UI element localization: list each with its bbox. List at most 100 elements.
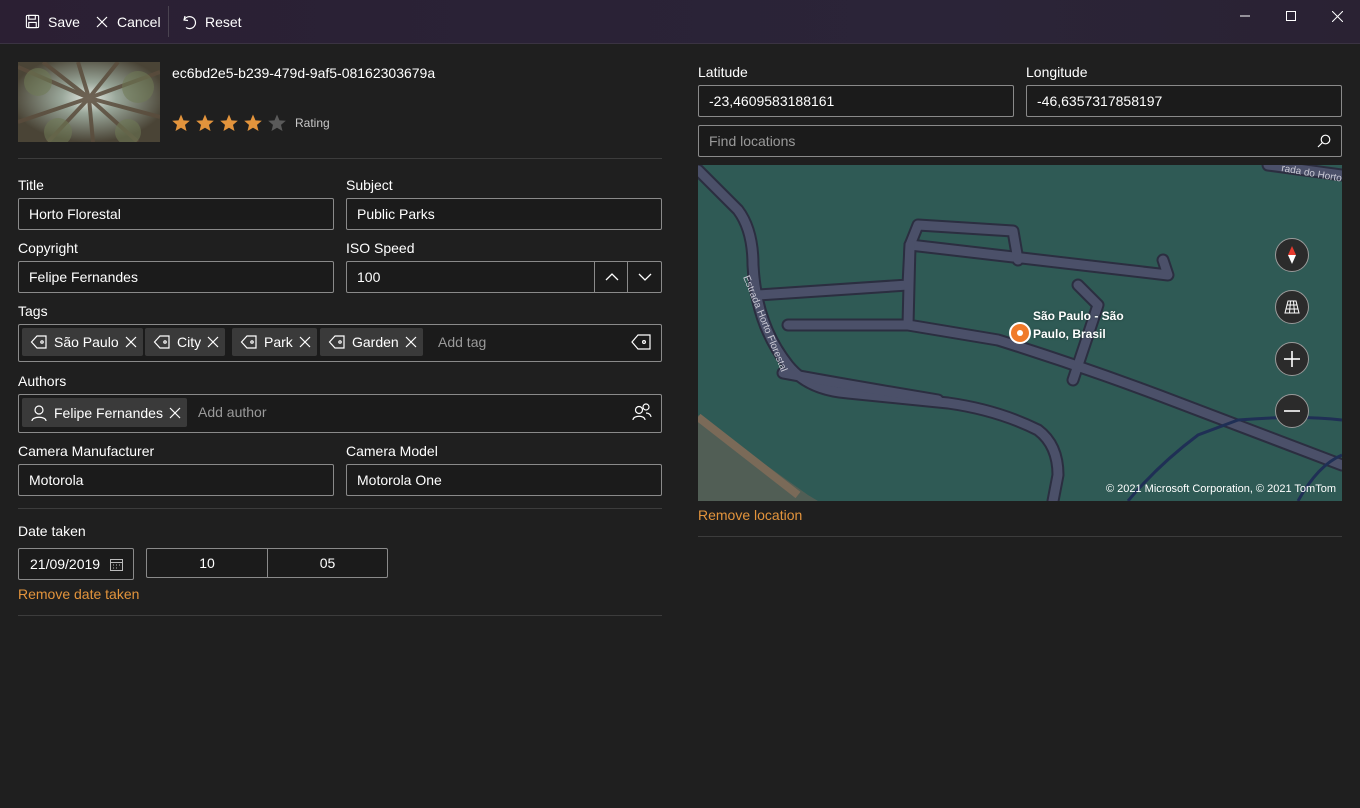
rating-star-5[interactable] [267, 113, 287, 133]
command-bar: Save Cancel Reset [0, 0, 1360, 44]
tags-label: Tags [18, 303, 48, 319]
tag-chip: Park [232, 328, 317, 356]
reset-button[interactable]: Reset [181, 0, 242, 43]
divider [18, 615, 662, 616]
tag-icon [153, 335, 170, 349]
date-taken-label: Date taken [18, 523, 86, 539]
subject-label: Subject [346, 177, 393, 193]
add-tag-input[interactable]: Add tag [438, 334, 618, 350]
camera-model-value: Motorola One [357, 472, 442, 488]
map-pin-icon[interactable] [1009, 322, 1031, 344]
date-value: 21/09/2019 [30, 556, 101, 572]
calendar-icon [110, 558, 123, 571]
cancel-button[interactable]: Cancel [95, 0, 161, 43]
remove-tag-button[interactable] [299, 336, 311, 348]
rating-label: Rating [295, 116, 330, 130]
person-icon [31, 404, 47, 421]
map-pin-label: São Paulo - São Paulo, Brasil [1033, 309, 1124, 341]
save-label: Save [48, 13, 80, 30]
map-copyright: © 2021 Microsoft Corporation, © 2021 Tom… [1105, 483, 1336, 495]
author-label: Felipe Fernandes [54, 404, 163, 421]
photo-id: ec6bd2e5-b239-479d-9af5-08162303679a [172, 65, 436, 81]
iso-decrement-button[interactable] [627, 262, 661, 292]
undo-icon [181, 14, 197, 30]
tag-icon [240, 335, 257, 349]
copyright-label: Copyright [18, 240, 78, 256]
tag-chip: Garden [320, 328, 423, 356]
copyright-input[interactable]: Felipe Fernandes [18, 261, 334, 293]
close-window-button[interactable] [1314, 0, 1360, 32]
rating-control[interactable]: Rating [171, 113, 330, 133]
tag-label: Park [264, 334, 293, 350]
latitude-input[interactable]: -23,4609583188161 [698, 85, 1014, 117]
title-label: Title [18, 177, 44, 193]
hour-value[interactable]: 10 [147, 549, 268, 577]
toolbar-separator [168, 6, 169, 37]
add-author-input[interactable]: Add author [198, 404, 498, 420]
tag-label: City [177, 334, 202, 350]
find-locations-input[interactable]: Find locations [698, 125, 1342, 157]
minus-icon[interactable] [1275, 394, 1309, 428]
minimize-button[interactable] [1222, 0, 1268, 32]
iso-increment-button[interactable] [594, 262, 628, 292]
title-value: Horto Florestal [29, 206, 121, 222]
camera-model-input[interactable]: Motorola One [346, 464, 662, 496]
map-style-icon[interactable] [1275, 290, 1309, 324]
authors-label: Authors [18, 373, 67, 389]
remove-tag-button[interactable] [405, 336, 417, 348]
iso-label: ISO Speed [346, 240, 415, 256]
remove-tag-button[interactable] [125, 336, 137, 348]
rating-star-4[interactable] [243, 113, 263, 133]
maximize-button[interactable] [1268, 0, 1314, 32]
rating-star-1[interactable] [171, 113, 191, 133]
tag-icon [30, 335, 47, 349]
camera-manufacturer-label: Camera Manufacturer [18, 443, 155, 459]
tag-label: Garden [352, 334, 399, 350]
longitude-value: -46,6357317858197 [1037, 93, 1163, 109]
author-chip: Felipe Fernandes [22, 398, 187, 427]
chevron-down-icon [638, 273, 651, 281]
divider [18, 508, 662, 509]
search-icon[interactable] [1317, 134, 1331, 148]
longitude-label: Longitude [1026, 64, 1088, 80]
minute-value[interactable]: 05 [268, 549, 387, 577]
close-icon [95, 15, 109, 29]
copyright-value: Felipe Fernandes [29, 269, 138, 285]
tag-icon [328, 335, 345, 349]
contact-picker-icon[interactable] [631, 402, 653, 425]
title-input[interactable]: Horto Florestal [18, 198, 334, 230]
tag-icon[interactable] [630, 333, 652, 354]
tag-chip: São Paulo [22, 328, 143, 356]
photo-thumbnail [18, 62, 160, 142]
latitude-label: Latitude [698, 64, 748, 80]
remove-date-taken-link[interactable]: Remove date taken [18, 586, 139, 602]
tag-chip: City [145, 328, 226, 356]
chevron-up-icon [605, 273, 618, 281]
camera-model-label: Camera Model [346, 443, 438, 459]
map-view[interactable]: Estrada Horto Florestal rada do Horto Sã… [698, 165, 1342, 501]
plus-icon[interactable] [1275, 342, 1309, 376]
camera-manufacturer-value: Motorola [29, 472, 84, 488]
subject-input[interactable]: Public Parks [346, 198, 662, 230]
time-picker[interactable]: 10 05 [146, 548, 388, 578]
longitude-input[interactable]: -46,6357317858197 [1026, 85, 1342, 117]
compass-icon[interactable] [1275, 238, 1309, 272]
divider [698, 536, 1342, 537]
remove-location-link[interactable]: Remove location [698, 507, 802, 523]
camera-manufacturer-input[interactable]: Motorola [18, 464, 334, 496]
find-locations-placeholder: Find locations [709, 133, 796, 149]
divider [18, 158, 662, 159]
remove-tag-button[interactable] [207, 336, 219, 348]
subject-value: Public Parks [357, 206, 435, 222]
reset-label: Reset [205, 13, 242, 30]
remove-author-button[interactable] [169, 407, 181, 419]
rating-star-3[interactable] [219, 113, 239, 133]
save-button[interactable]: Save [25, 0, 80, 43]
iso-value: 100 [357, 269, 381, 285]
latitude-value: -23,4609583188161 [709, 93, 835, 109]
cancel-label: Cancel [117, 13, 161, 30]
rating-star-2[interactable] [195, 113, 215, 133]
tag-label: São Paulo [54, 334, 119, 350]
save-icon [25, 14, 40, 29]
date-picker[interactable]: 21/09/2019 [18, 548, 134, 580]
